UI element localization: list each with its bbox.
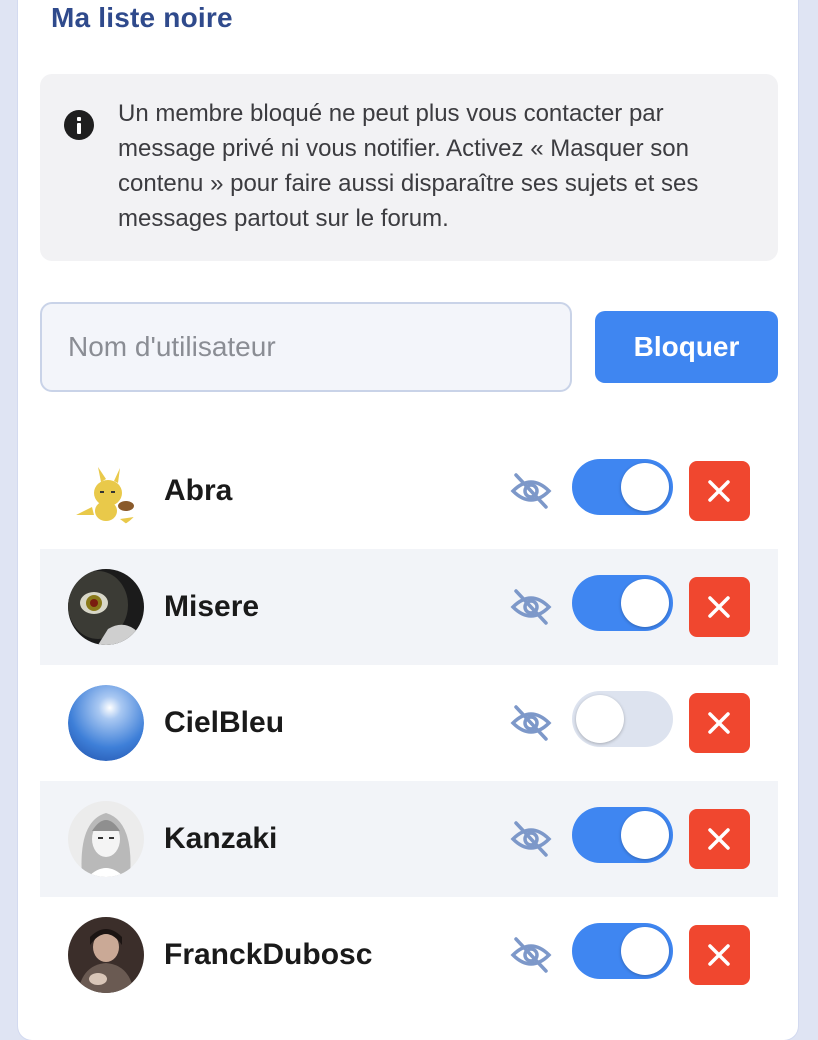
eye-slash-icon[interactable] [510, 587, 552, 627]
avatar [68, 453, 144, 529]
username: Misere [164, 590, 260, 623]
eye-slash-icon[interactable] [510, 935, 552, 975]
username: CielBleu [164, 706, 285, 739]
remove-button[interactable] [689, 693, 750, 753]
avatar [68, 917, 144, 993]
hide-content-toggle[interactable] [572, 459, 673, 515]
remove-button[interactable] [689, 809, 750, 869]
eye-slash-icon[interactable] [510, 819, 552, 859]
toggle-knob [621, 811, 669, 859]
remove-button[interactable] [689, 925, 750, 985]
close-icon [708, 480, 730, 502]
avatar [68, 685, 144, 761]
blocked-user-row: CielBleu [40, 665, 778, 781]
blocked-user-row: Kanzaki [40, 781, 778, 897]
avatar [68, 801, 144, 877]
close-icon [708, 712, 730, 734]
info-circle-icon [64, 110, 94, 140]
hide-content-toggle[interactable] [572, 575, 673, 631]
info-text: Un membre bloqué ne peut plus vous conta… [118, 100, 699, 232]
remove-button[interactable] [689, 461, 750, 521]
toggle-knob [621, 579, 669, 627]
username: FranckDubosc [164, 938, 373, 971]
remove-button[interactable] [689, 577, 750, 637]
close-icon [708, 828, 730, 850]
close-icon [708, 596, 730, 618]
avatar [68, 569, 144, 645]
blocked-user-row: Misere [40, 549, 778, 665]
info-box: Un membre bloqué ne peut plus vous conta… [40, 74, 778, 261]
eye-slash-icon[interactable] [510, 471, 552, 511]
username: Kanzaki [164, 822, 278, 855]
toggle-knob [621, 463, 669, 511]
close-icon [708, 944, 730, 966]
blocked-user-row: FranckDubosc [40, 897, 778, 1013]
block-button[interactable]: Bloquer [595, 311, 778, 383]
username-input[interactable] [40, 302, 572, 392]
toggle-knob [621, 927, 669, 975]
eye-slash-icon[interactable] [510, 703, 552, 743]
hide-content-toggle[interactable] [572, 807, 673, 863]
blocked-user-row: Abra [40, 433, 778, 549]
username: Abra [164, 474, 233, 507]
page-title: Ma liste noire [51, 2, 233, 33]
hide-content-toggle[interactable] [572, 923, 673, 979]
toggle-knob [576, 695, 624, 743]
hide-content-toggle[interactable] [572, 691, 673, 747]
